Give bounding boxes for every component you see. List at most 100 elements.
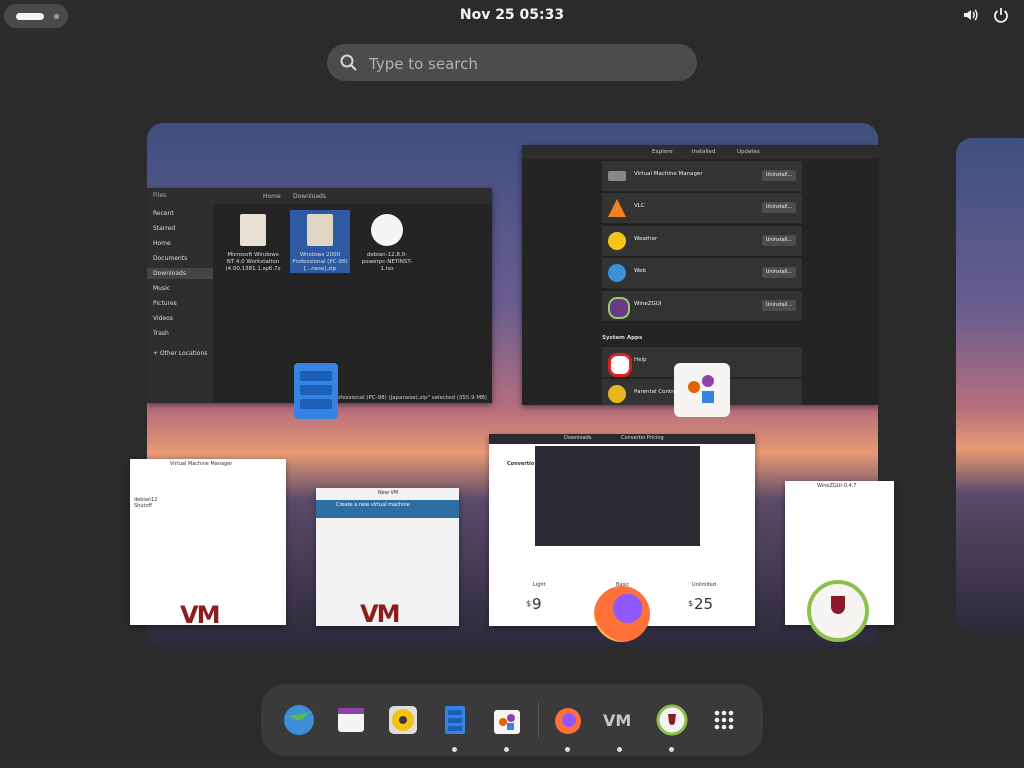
app-grid-icon (714, 710, 734, 730)
sidebar-item-other-locations[interactable]: + Other Locations (153, 350, 207, 357)
sidebar-item-videos[interactable]: Videos (153, 315, 173, 322)
window-title: Virtual Machine Manager (170, 461, 233, 467)
sidebar-item-trash[interactable]: Trash (153, 330, 169, 337)
tab-strip: Downloads Convertio Pricing (489, 434, 755, 444)
dock-software[interactable] (485, 698, 529, 752)
software-app-icon (674, 363, 730, 417)
new-vm-heading: Create a new virtual machine (336, 502, 410, 508)
sidebar-item-recent[interactable]: Recent (153, 210, 174, 217)
installed-app-row[interactable]: VLC Uninstall... (602, 192, 802, 223)
app-name: WineZGUI (634, 301, 662, 307)
installed-app-row[interactable]: Weather Uninstall... (602, 225, 802, 256)
search-bar[interactable] (327, 44, 697, 81)
file-name: Microsoft Windows NT 4.0 Workstation (4.… (225, 252, 281, 272)
sidebar-item-pictures[interactable]: Pictures (153, 300, 177, 307)
running-indicator (617, 747, 622, 752)
tab-updates[interactable]: Updates (737, 149, 760, 155)
running-indicator (669, 747, 674, 752)
dock-app-grid[interactable] (702, 698, 746, 742)
search-icon (339, 53, 359, 73)
files-app-icon (294, 363, 338, 419)
price-currency: $ (526, 599, 532, 608)
uninstall-button[interactable]: Uninstall... (762, 170, 796, 181)
rhythmbox-icon (389, 706, 417, 734)
clock[interactable]: Nov 25 05:33 (0, 7, 1024, 23)
sidebar-item-music[interactable]: Music (153, 285, 170, 292)
dock-virt-manager[interactable]: VM (598, 698, 642, 752)
running-indicator (504, 747, 509, 752)
help-icon (608, 353, 632, 377)
virt-manager-icon: VM (360, 600, 400, 626)
dock-calendar[interactable] (329, 698, 373, 742)
dock-web-browser[interactable] (277, 698, 321, 742)
dock-winezgui[interactable] (650, 698, 694, 752)
window-title: WineZGUI-0.4.7 (817, 483, 857, 489)
price: 9 (532, 595, 542, 613)
installed-app-row[interactable]: Web Uninstall... (602, 257, 802, 288)
tab[interactable]: Downloads (564, 435, 591, 441)
system-menu[interactable] (962, 6, 1010, 24)
dock-files[interactable] (433, 698, 477, 752)
running-indicator (565, 747, 570, 752)
file-item-selected[interactable]: Windows 2000 Professional (PC-98) [...ne… (290, 210, 350, 273)
dock-rhythmbox[interactable] (381, 698, 425, 742)
svg-text:VM: VM (603, 711, 631, 730)
vm-row[interactable]: debian12 Shutoff (134, 497, 174, 509)
breadcrumb-downloads[interactable]: Downloads (293, 193, 326, 200)
uninstall-button[interactable]: Uninstall... (762, 235, 796, 246)
next-workspace-preview[interactable] (956, 138, 1024, 632)
power-icon[interactable] (992, 6, 1010, 24)
app-name: Virtual Machine Manager (634, 171, 703, 177)
file-name: debian-12.8.0-powerpc-NETINST-1.iso (361, 252, 413, 272)
downloads-panel (535, 446, 700, 546)
virt-manager-icon: VM (603, 711, 631, 730)
sidebar-item-home[interactable]: Home (153, 240, 171, 247)
software-icon (494, 710, 520, 734)
winezgui-icon (656, 704, 688, 736)
new-vm-header: Create a new virtual machine (316, 500, 459, 518)
tab-installed[interactable]: Installed (692, 149, 715, 155)
window-title: New VM (378, 490, 399, 496)
parental-controls-icon (608, 385, 626, 403)
price: 25 (694, 595, 714, 613)
app-name: Web (634, 268, 646, 274)
dash: VM (261, 684, 763, 756)
uninstall-button[interactable]: Uninstall... (762, 300, 796, 311)
top-bar: Nov 25 05:33 (0, 0, 1024, 32)
virt-manager-window[interactable]: Virtual Machine Manager debian12 Shutoff… (130, 459, 286, 625)
firefox-icon (594, 586, 650, 642)
installed-app-row[interactable]: WineZGUI Uninstall... (602, 290, 802, 321)
sidebar-item-documents[interactable]: Documents (153, 255, 187, 262)
files-title: Files (153, 192, 167, 199)
tab-explore[interactable]: Explore (652, 149, 673, 155)
new-vm-window[interactable]: New VM Create a new virtual machine VM (316, 488, 459, 626)
breadcrumb-home[interactable]: Home (263, 193, 281, 200)
app-name: Help (634, 357, 647, 363)
firefox-icon (555, 708, 581, 734)
plan-label: Unlimited (692, 582, 717, 588)
virt-manager-icon: VM (180, 601, 220, 625)
volume-icon[interactable] (962, 6, 980, 24)
sidebar-item-downloads[interactable]: Downloads (147, 268, 213, 279)
search-input[interactable] (367, 52, 671, 76)
archive-icon (240, 214, 266, 246)
dock-separator (538, 702, 539, 738)
files-icon (445, 706, 465, 734)
tab[interactable]: Convertio Pricing (621, 435, 664, 441)
software-tabs: Explore Installed Updates (522, 145, 878, 159)
status-bar: Professional (PC-98) (Japanese).zip" sel… (331, 395, 487, 401)
plan-label: Light (533, 582, 546, 588)
virt-manager-icon (608, 171, 626, 181)
uninstall-button[interactable]: Uninstall... (762, 202, 796, 213)
file-item[interactable]: debian-12.8.0-powerpc-NETINST-1.iso (357, 214, 417, 273)
file-item[interactable]: Microsoft Windows NT 4.0 Workstation (4.… (223, 214, 283, 273)
web-browser-icon (284, 705, 314, 735)
winezgui-icon (807, 580, 869, 642)
sidebar-item-starred[interactable]: Starred (153, 225, 175, 232)
files-header: Home Downloads (213, 188, 492, 204)
installed-app-row[interactable]: Virtual Machine Manager Uninstall... (602, 160, 802, 191)
dock-firefox[interactable] (546, 698, 590, 752)
file-name: Windows 2000 Professional (PC-98) [...ne… (292, 252, 348, 272)
uninstall-button[interactable]: Uninstall... (762, 267, 796, 278)
web-icon (608, 264, 626, 282)
